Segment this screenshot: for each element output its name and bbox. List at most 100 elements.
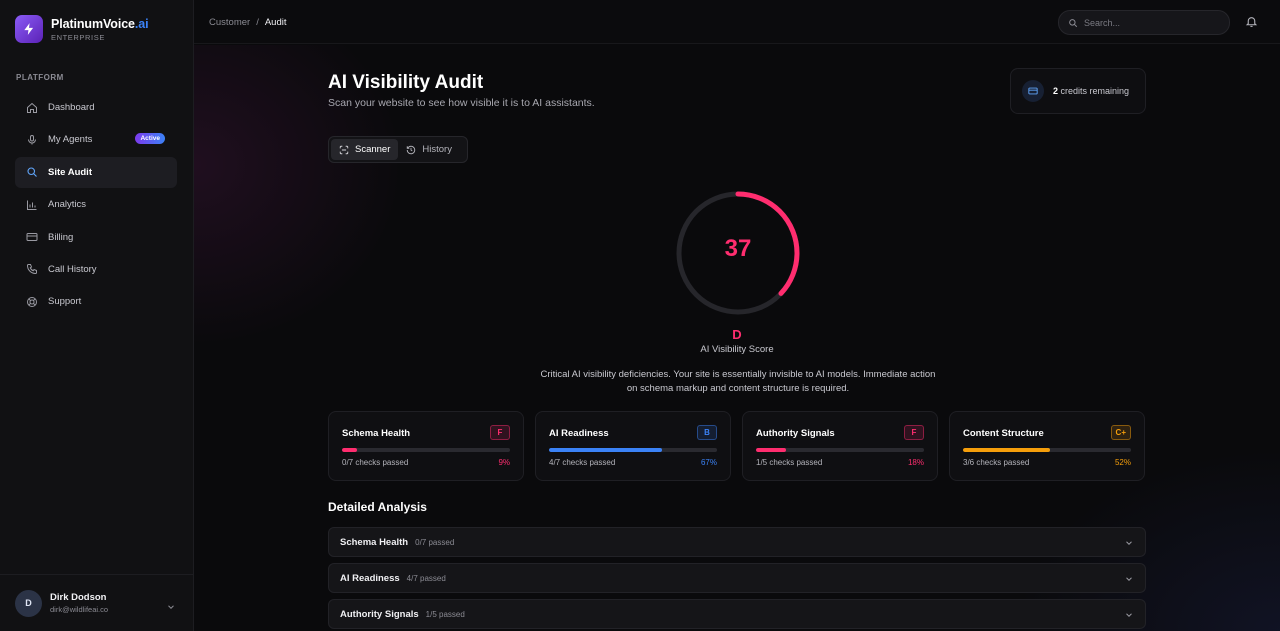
checks-passed: 1/5 checks passed xyxy=(756,458,823,467)
main-content: AI Visibility Audit Scan your website to… xyxy=(194,45,1280,631)
credit-card-icon xyxy=(1022,80,1044,102)
sidebar-item-my-agents[interactable]: My Agents Active xyxy=(15,124,177,155)
accordion-item-authority-signals[interactable]: Authority Signals 1/5 passed xyxy=(328,599,1146,629)
breadcrumb-separator: / xyxy=(256,17,259,28)
user-email: dirk@wildlifeai.co xyxy=(50,605,109,614)
credits-label: credits remaining xyxy=(1060,86,1130,96)
percent-value: 67% xyxy=(700,458,717,467)
home-icon xyxy=(25,101,39,115)
credits-card: 2 credits remaining xyxy=(1010,68,1146,114)
accordion-title: AI Readiness xyxy=(340,572,400,584)
scan-icon xyxy=(339,145,349,155)
sidebar: PlatinumVoice.ai ENTERPRISE PLATFORM Das… xyxy=(0,0,194,631)
category-card-schema-health[interactable]: Schema Health F 0/7 checks passed 9% xyxy=(328,411,524,481)
progress-bar xyxy=(756,448,924,452)
page-title: AI Visibility Audit xyxy=(328,72,484,93)
sidebar-item-label: Analytics xyxy=(48,199,87,211)
user-menu[interactable]: D Dirk Dodson dirk@wildlifeai.co xyxy=(0,574,194,631)
search-box[interactable] xyxy=(1058,10,1230,35)
sidebar-item-label: Dashboard xyxy=(48,102,95,113)
breadcrumb-item-customer[interactable]: Customer xyxy=(209,17,250,28)
checks-passed: 0/7 checks passed xyxy=(342,458,409,467)
sidebar-nav: Dashboard My Agents Active Site Audit An… xyxy=(15,92,177,319)
breadcrumb-item-audit: Audit xyxy=(264,17,287,28)
sidebar-item-analytics[interactable]: Analytics xyxy=(15,189,177,220)
category-card-ai-readiness[interactable]: AI Readiness B 4/7 checks passed 67% xyxy=(535,411,731,481)
card-title: Authority Signals xyxy=(756,428,835,439)
bell-icon[interactable] xyxy=(1245,15,1258,33)
score-grade: D xyxy=(732,327,742,342)
avatar: D xyxy=(15,589,42,617)
card-title: Content Structure xyxy=(963,428,1044,439)
sidebar-item-label: Support xyxy=(48,296,82,308)
accordion-subtitle: 1/5 passed xyxy=(425,609,465,619)
page-subtitle: Scan your website to see how visible it … xyxy=(328,97,595,109)
score-label: AI Visibility Score xyxy=(700,344,774,355)
credits-count: 2 xyxy=(1053,86,1059,96)
sidebar-item-support[interactable]: Support xyxy=(15,286,177,317)
percent-value: 9% xyxy=(498,458,510,467)
checks-passed: 4/7 checks passed xyxy=(549,458,616,467)
sidebar-item-label: My Agents xyxy=(48,134,93,146)
brand-name: PlatinumVoice.ai xyxy=(51,16,149,31)
sidebar-item-dashboard[interactable]: Dashboard xyxy=(15,92,177,123)
search-input[interactable] xyxy=(1084,17,1214,28)
progress-bar xyxy=(963,448,1131,452)
sidebar-item-call-history[interactable]: Call History xyxy=(15,254,177,285)
accordion-title: Schema Health xyxy=(340,536,409,548)
progress-fill xyxy=(963,448,1051,452)
sidebar-item-billing[interactable]: Billing xyxy=(15,222,177,253)
detailed-analysis-list: Schema Health 0/7 passed AI Readiness 4/… xyxy=(328,527,1146,631)
progress-bar xyxy=(342,448,510,452)
credits-text: 2 credits remaining xyxy=(1053,86,1129,96)
category-card-authority-signals[interactable]: Authority Signals F 1/5 checks passed 18… xyxy=(742,411,938,481)
brand[interactable]: PlatinumVoice.ai ENTERPRISE xyxy=(15,15,149,43)
score-description: Critical AI visibility deficiencies. You… xyxy=(540,369,936,394)
sidebar-item-label: Site Audit xyxy=(48,166,92,178)
brand-tier: ENTERPRISE xyxy=(51,32,105,42)
chevron-down-icon[interactable] xyxy=(166,599,176,617)
search-icon xyxy=(1068,18,1078,28)
history-icon xyxy=(406,145,416,155)
accordion-title: Authority Signals xyxy=(340,608,419,620)
sidebar-item-site-audit[interactable]: Site Audit xyxy=(15,156,177,188)
view-tabs: Scanner History xyxy=(328,136,468,163)
bar-chart-icon xyxy=(25,198,39,212)
progress-fill xyxy=(549,448,662,452)
status-badge: Active xyxy=(135,133,165,145)
accordion-item-schema-health[interactable]: Schema Health 0/7 passed xyxy=(328,527,1146,557)
top-header: Customer / Audit xyxy=(194,0,1280,44)
percent-value: 18% xyxy=(907,458,924,467)
tab-scanner[interactable]: Scanner xyxy=(331,139,399,160)
category-card-content-structure[interactable]: Content Structure C+ 3/6 checks passed 5… xyxy=(949,411,1145,481)
progress-fill xyxy=(756,448,787,452)
sidebar-section-label: PLATFORM xyxy=(16,73,64,82)
grade-badge: C+ xyxy=(1110,425,1131,440)
lifebuoy-icon xyxy=(25,295,39,309)
breadcrumb: Customer / Audit xyxy=(209,17,286,28)
microphone-icon xyxy=(25,133,39,147)
tab-label: History xyxy=(422,144,452,155)
chevron-down-icon xyxy=(1124,610,1134,620)
tab-label: Scanner xyxy=(355,144,391,155)
sidebar-item-label: Billing xyxy=(48,231,74,243)
chevron-down-icon xyxy=(1124,574,1134,584)
checks-passed: 3/6 checks passed xyxy=(963,458,1030,467)
grade-badge: F xyxy=(904,425,924,440)
card-title: Schema Health xyxy=(342,428,411,439)
score-value: 37 xyxy=(724,235,752,262)
chevron-down-icon xyxy=(1124,538,1134,548)
accordion-item-ai-readiness[interactable]: AI Readiness 4/7 passed xyxy=(328,563,1146,593)
accordion-subtitle: 4/7 passed xyxy=(406,573,446,583)
grade-badge: F xyxy=(490,425,510,440)
progress-bar xyxy=(549,448,717,452)
sidebar-item-label: Call History xyxy=(48,263,97,275)
percent-value: 52% xyxy=(1114,458,1131,467)
phone-icon xyxy=(25,262,39,276)
category-cards: Schema Health F 0/7 checks passed 9% AI … xyxy=(328,411,1146,481)
user-name: Dirk Dodson xyxy=(50,592,107,603)
card-title: AI Readiness xyxy=(549,428,609,439)
search-icon xyxy=(25,165,39,179)
accordion-subtitle: 0/7 passed xyxy=(415,537,455,547)
tab-history[interactable]: History xyxy=(398,139,460,160)
